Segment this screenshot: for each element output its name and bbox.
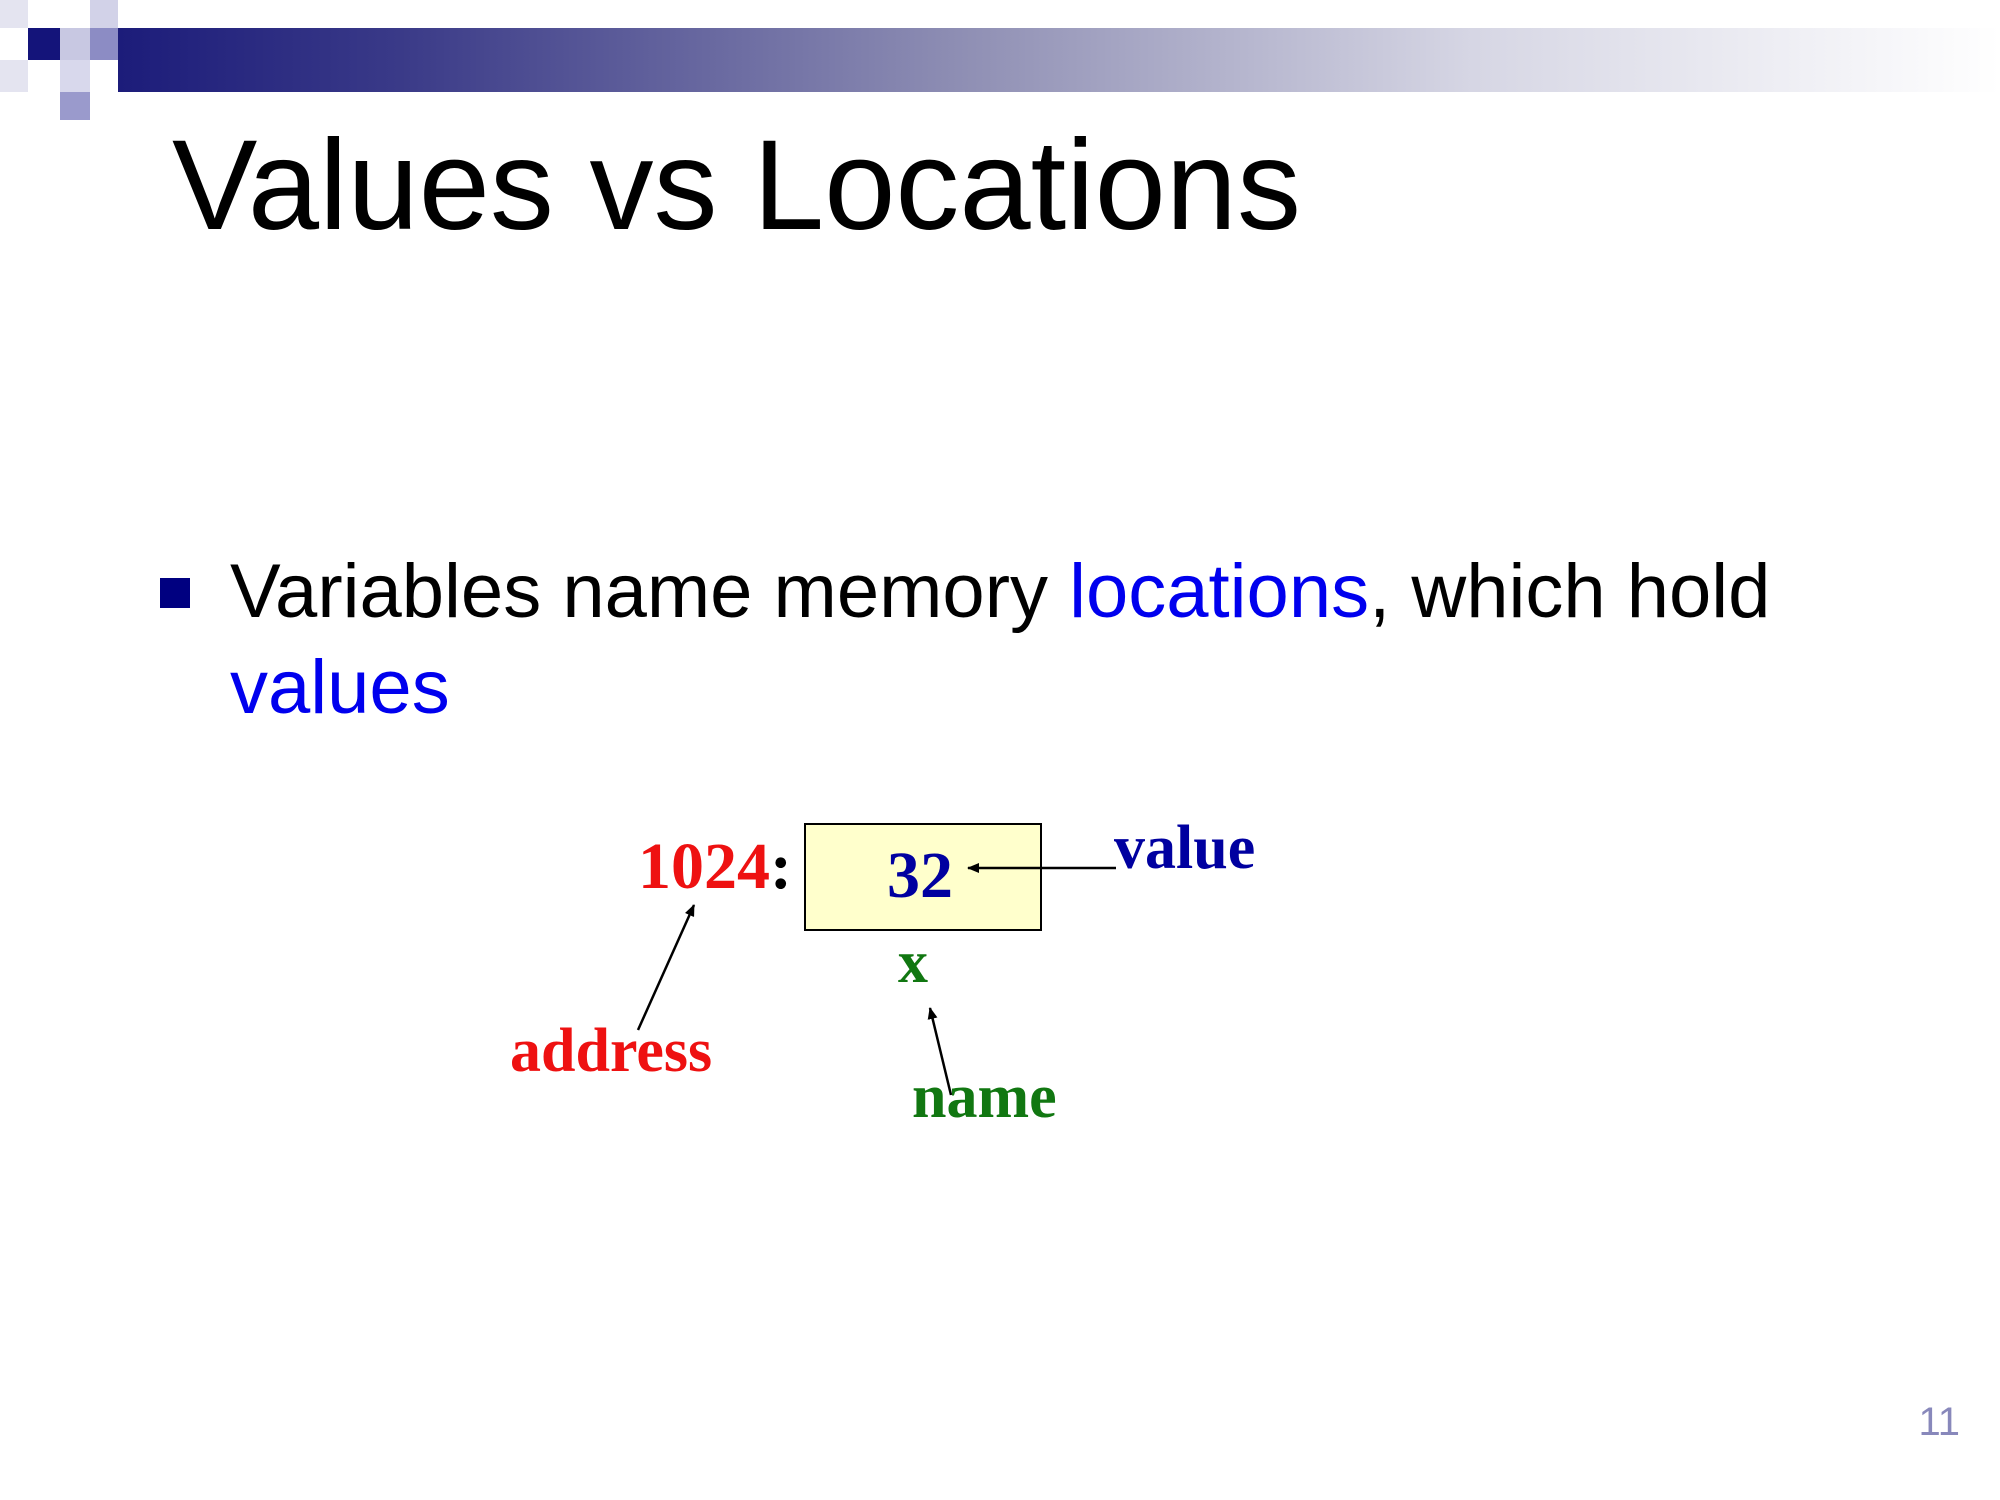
cell-value: 32	[887, 839, 953, 912]
bullet-text-part: , which hold	[1369, 549, 1771, 634]
label-address: address	[510, 1017, 713, 1085]
corner-square-light-3	[90, 0, 118, 28]
slide-title: Values vs Locations	[172, 114, 1301, 257]
corner-square-mid-2	[60, 92, 90, 120]
address-arrow	[636, 904, 696, 1031]
label-value: value	[1114, 814, 1256, 882]
corner-square-dark	[28, 28, 60, 60]
address-colon: :	[770, 830, 792, 903]
corner-square-light-2	[60, 28, 90, 60]
highlight-locations: locations	[1069, 549, 1370, 634]
bullet-text: Variables name memory locations, which h…	[230, 544, 1880, 736]
address-value: 1024:	[638, 834, 792, 900]
page-number: 11	[1918, 1400, 1960, 1444]
variable-name: x	[898, 929, 928, 995]
bullet-text-part: Variables name memory	[230, 549, 1070, 634]
header-gradient-bar	[118, 28, 2000, 92]
corner-square-light-4	[0, 60, 28, 92]
label-name: name	[912, 1063, 1057, 1131]
corner-square-light-5	[60, 60, 90, 92]
slide: Values vs Locations Variables name memor…	[0, 0, 2000, 1500]
highlight-values: values	[230, 645, 450, 730]
bullet-square-icon	[160, 578, 190, 608]
address-number: 1024	[638, 830, 770, 903]
corner-square-mid-1	[90, 28, 118, 60]
corner-square-light-1	[0, 0, 28, 28]
